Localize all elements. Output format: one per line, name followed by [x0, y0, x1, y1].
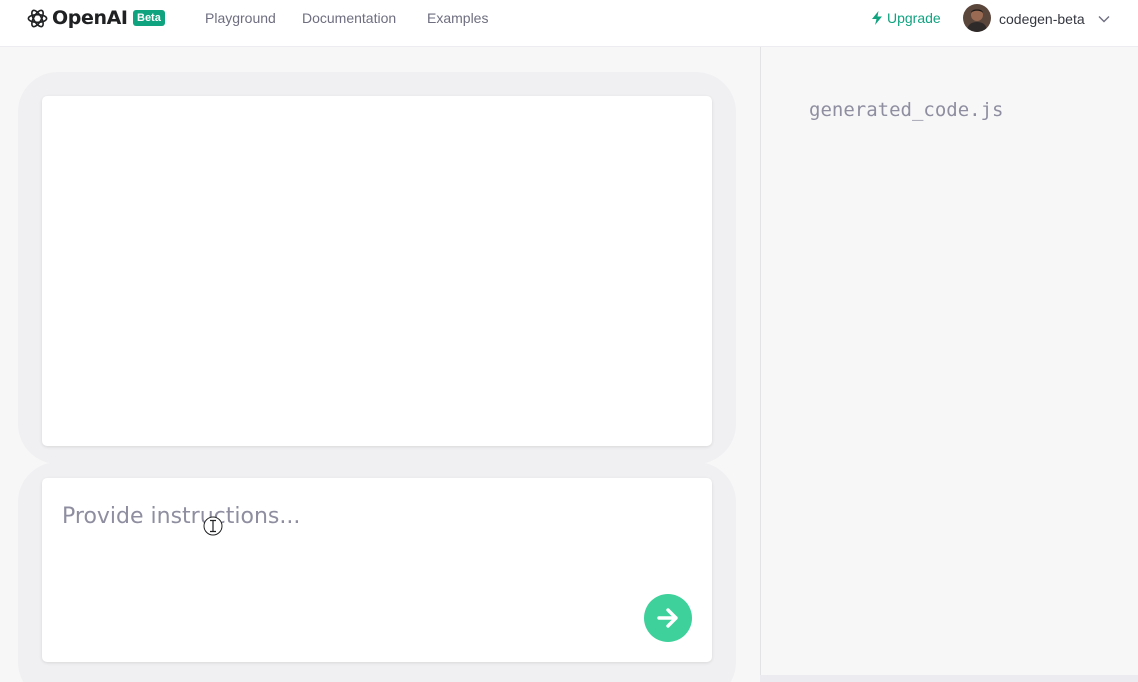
account-username[interactable]: codegen-beta [999, 10, 1085, 28]
text-cursor-icon [203, 516, 223, 536]
bolt-icon [872, 11, 882, 25]
brand-name: OpenAI [52, 7, 128, 29]
right-panel-footer [760, 675, 1138, 682]
generated-code-panel: generated_code.js [760, 47, 1138, 675]
nav-documentation[interactable]: Documentation [302, 9, 396, 27]
upgrade-label: Upgrade [887, 10, 941, 26]
chevron-down-icon[interactable] [1097, 12, 1111, 26]
submit-button[interactable] [644, 594, 692, 642]
arrow-right-icon [657, 608, 678, 628]
nav-examples[interactable]: Examples [427, 9, 488, 27]
openai-logo[interactable]: OpenAI [26, 6, 128, 30]
instructions-panel [42, 478, 712, 662]
instructions-input[interactable] [62, 500, 622, 532]
upgrade-link[interactable]: Upgrade [871, 9, 941, 27]
top-navigation-bar: OpenAI Beta Playground Documentation Exa… [0, 0, 1138, 47]
code-output-panel [42, 96, 712, 446]
nav-playground[interactable]: Playground [205, 9, 276, 27]
avatar-image [963, 4, 991, 32]
beta-badge: Beta [133, 10, 165, 26]
avatar[interactable] [963, 4, 991, 32]
openai-logo-icon [27, 9, 48, 27]
generated-filename: generated_code.js [809, 99, 1004, 121]
